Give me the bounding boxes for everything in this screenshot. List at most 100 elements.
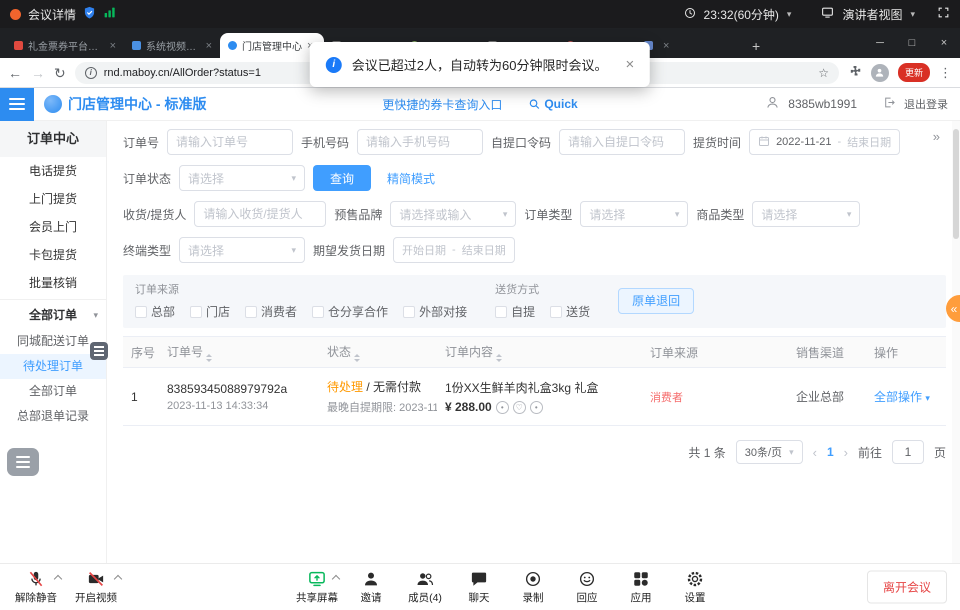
toolbar-settings-button[interactable]: 设置 — [668, 567, 722, 605]
order-status-select[interactable]: 请选择 ▾ — [179, 165, 305, 191]
coupon-query-link[interactable]: 更快捷的券卡查询入口 — [382, 96, 502, 113]
video-options-caret[interactable] — [114, 575, 122, 583]
toolbar-chat-button[interactable]: 聊天 — [452, 567, 506, 605]
expect-ship-date-range[interactable]: 开始日期 - 结束日期 — [393, 237, 515, 263]
order-tag-icon-2[interactable]: ♡ — [513, 401, 526, 414]
meeting-details-link[interactable]: 会议详情 — [28, 6, 76, 23]
next-page-icon[interactable]: › — [844, 445, 848, 460]
filter-delivery-checkbox-2[interactable]: 送货 — [550, 303, 590, 320]
browser-menu-icon[interactable]: ⋮ — [939, 66, 952, 79]
tab-close-icon[interactable]: × — [110, 40, 116, 52]
original-return-button[interactable]: 原单退回 — [618, 288, 694, 314]
toolbar-members-button[interactable]: 成员(4) — [398, 567, 452, 605]
view-mode-selector[interactable]: 演讲者视图 — [842, 6, 902, 23]
col-status[interactable]: 状态 — [319, 343, 437, 362]
browser-update-button[interactable]: 更新 — [898, 63, 930, 82]
filter-source-checkbox-3[interactable]: 消费者 — [245, 303, 297, 320]
order-number[interactable]: 83859345088979792a — [167, 382, 311, 396]
toolbar-apps-button[interactable]: 应用 — [614, 567, 668, 605]
close-button[interactable]: × — [928, 28, 960, 58]
back-icon[interactable]: ← — [8, 66, 22, 80]
mute-options-caret[interactable] — [54, 575, 62, 583]
filter-source-checkbox-5[interactable]: 外部对接 — [403, 303, 467, 320]
toolbar-start-video-button[interactable]: 开启视频 — [66, 567, 126, 605]
table-row[interactable]: 1 83859345088979792a 2023-11-13 14:33:34… — [123, 368, 946, 426]
page-scrollbar[interactable] — [952, 121, 960, 563]
username[interactable]: 8385wb1991 — [788, 97, 857, 111]
toolbar-record-button[interactable]: 录制 — [506, 567, 560, 605]
filter-delivery-checkbox-1[interactable]: 自提 — [495, 303, 535, 320]
sidebar-group-all-orders[interactable]: 全部订单 ▾ — [0, 299, 106, 329]
meeting-timer[interactable]: 23:32(60分钟) — [704, 6, 779, 23]
minimize-button[interactable]: ─ — [864, 28, 896, 58]
sidebar-item-all-orders[interactable]: 全部订单 — [0, 379, 106, 404]
sidebar-item-phone-pickup[interactable]: 电话提货 — [0, 157, 106, 185]
browser-profile-avatar[interactable] — [871, 64, 889, 82]
network-signal-icon — [103, 6, 116, 22]
col-content[interactable]: 订单内容 — [437, 343, 642, 362]
share-options-caret[interactable] — [332, 575, 340, 583]
row-actions-dropdown[interactable]: 全部操作 ▾ — [874, 390, 930, 404]
goods-type-select[interactable]: 请选择 ▾ — [752, 201, 860, 227]
fullscreen-icon[interactable] — [937, 6, 950, 22]
receiver-input[interactable] — [194, 201, 326, 227]
timer-caret-icon[interactable]: ▾ — [787, 9, 792, 20]
security-shield-icon[interactable] — [83, 6, 96, 22]
tab-close-icon[interactable]: × — [206, 40, 212, 52]
browser-tab[interactable]: 礼金票券平台管理中心 × — [6, 33, 124, 58]
quick-menu-button[interactable] — [7, 448, 39, 476]
reload-icon[interactable]: ↻ — [54, 66, 66, 80]
logout-link[interactable]: 退出登录 — [904, 96, 948, 112]
page-size-select[interactable]: 30条/页 ▾ — [736, 440, 803, 464]
order-no-input[interactable] — [167, 129, 293, 155]
sidebar-item-member-visit[interactable]: 会员上门 — [0, 213, 106, 241]
quick-search[interactable]: Quick — [528, 97, 577, 111]
hamburger-menu-button[interactable] — [0, 88, 34, 121]
query-button[interactable]: 查询 — [313, 165, 371, 191]
chevron-down-icon: ▾ — [847, 209, 852, 220]
toolbar-reaction-button[interactable]: 回应 — [560, 567, 614, 605]
pickup-time-range[interactable]: 2022-11-21 - 结束日期 — [749, 129, 900, 155]
bookmark-star-icon[interactable]: ☆ — [818, 66, 829, 80]
sort-icon — [354, 354, 360, 362]
new-tab-button[interactable]: + — [752, 38, 760, 54]
prev-page-icon[interactable]: ‹ — [813, 445, 817, 460]
extensions-puzzle-icon[interactable] — [848, 64, 862, 81]
filter-source-checkbox-1[interactable]: 总部 — [135, 303, 175, 320]
column-settings-button[interactable] — [90, 342, 108, 360]
info-icon: i — [326, 57, 342, 73]
tab-favicon — [228, 41, 237, 50]
collapse-panel-icon[interactable]: » — [933, 129, 938, 144]
filter-source-checkbox-4[interactable]: 仓分享合作 — [312, 303, 388, 320]
goto-page-input[interactable] — [892, 440, 924, 464]
toolbar-share-screen-button[interactable]: 共享屏幕 — [290, 567, 344, 605]
browser-tab[interactable]: 系统视频学习 × — [124, 33, 220, 58]
col-order-no[interactable]: 订单号 — [159, 343, 319, 362]
view-mode-caret-icon[interactable]: ▾ — [910, 9, 915, 20]
forward-icon[interactable]: → — [31, 66, 45, 80]
order-tag-icon-3[interactable]: • — [530, 401, 543, 414]
browser-tab-active[interactable]: 门店管理中心 × — [220, 33, 324, 58]
terminal-type-select[interactable]: 请选择 ▾ — [179, 237, 305, 263]
leave-meeting-button[interactable]: 离开会议 — [867, 571, 947, 604]
site-info-icon[interactable]: i — [85, 67, 97, 79]
presale-brand-select[interactable]: 请选择或输入 ▾ — [390, 201, 516, 227]
toolbar-unmute-button[interactable]: 解除静音 — [6, 567, 66, 605]
maximize-button[interactable]: □ — [896, 28, 928, 58]
simple-mode-link[interactable]: 精简模式 — [387, 170, 435, 187]
toast-close-icon[interactable]: × — [625, 56, 634, 73]
phone-input[interactable] — [357, 129, 483, 155]
filter-source-checkbox-2[interactable]: 门店 — [190, 303, 230, 320]
order-tag-icon-1[interactable]: • — [496, 401, 509, 414]
browser-tab[interactable]: × — [636, 33, 746, 58]
sidebar-item-hq-refund-records[interactable]: 总部退单记录 — [0, 404, 106, 429]
sidebar-item-batch-verify[interactable]: 批量核销 — [0, 269, 106, 297]
toolbar-invite-button[interactable]: 邀请 — [344, 567, 398, 605]
tab-close-icon[interactable]: × — [663, 40, 669, 52]
sales-channel: 企业总部 — [788, 388, 866, 405]
current-page[interactable]: 1 — [827, 445, 834, 459]
sidebar-item-card-pickup[interactable]: 卡包提货 — [0, 241, 106, 269]
order-type-select[interactable]: 请选择 ▾ — [580, 201, 688, 227]
sidebar-item-door-pickup[interactable]: 上门提货 — [0, 185, 106, 213]
pickup-code-input[interactable] — [559, 129, 685, 155]
